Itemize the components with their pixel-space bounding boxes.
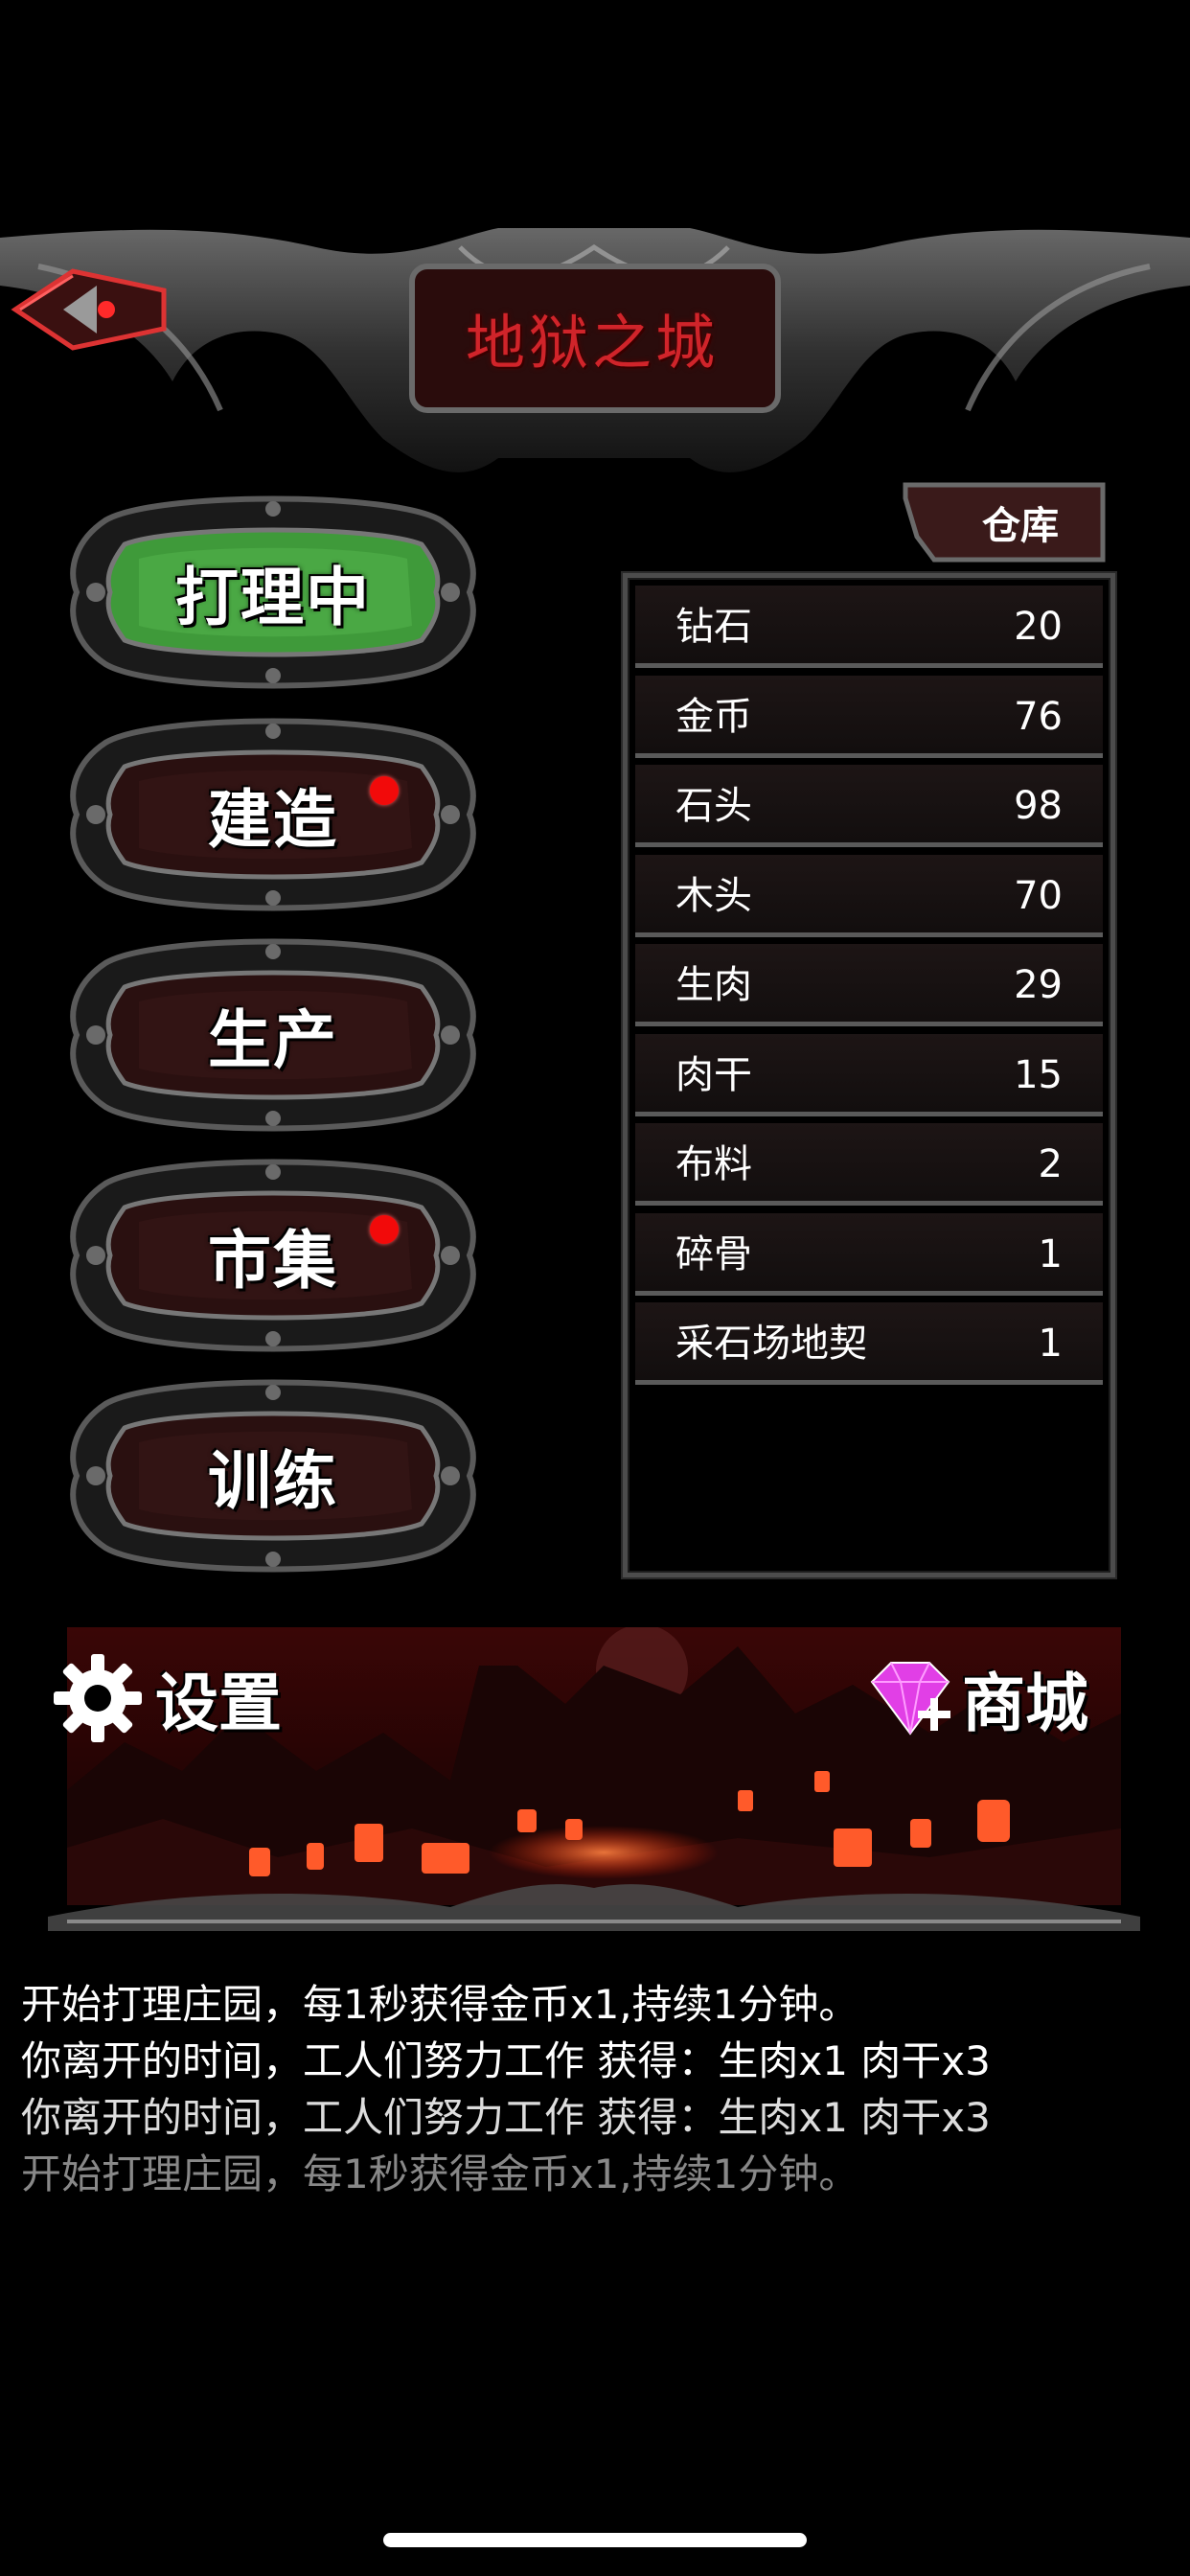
log-fade xyxy=(0,2233,1190,2358)
item-quantity: 98 xyxy=(1014,784,1063,828)
item-name: 生肉 xyxy=(675,963,752,1007)
menu-button-0[interactable]: 打理中 xyxy=(67,492,479,693)
settings-label: 设置 xyxy=(155,1666,282,1740)
page-title-text: 地狱之城 xyxy=(465,308,719,378)
menu-button-label: 训练 xyxy=(208,1443,338,1518)
warehouse-row: 木头 70 xyxy=(635,854,1103,937)
scene-frame-ornament xyxy=(48,1878,1140,1945)
menu-button-1[interactable]: 建造 xyxy=(67,714,479,915)
menu-button-label: 生产 xyxy=(208,1002,338,1077)
menu-button-label: 市集 xyxy=(208,1223,338,1298)
warehouse-tab[interactable]: 仓库 xyxy=(896,479,1109,565)
item-quantity: 2 xyxy=(1038,1142,1063,1186)
item-quantity: 29 xyxy=(1014,963,1063,1007)
item-quantity: 15 xyxy=(1014,1052,1063,1097)
warehouse-tab-label: 仓库 xyxy=(982,503,1059,548)
item-quantity: 20 xyxy=(1014,605,1063,649)
item-name: 石头 xyxy=(675,784,752,828)
item-name: 布料 xyxy=(675,1142,752,1186)
item-name: 金币 xyxy=(675,694,752,739)
menu-button-2[interactable]: 生产 xyxy=(67,934,479,1136)
item-quantity: 70 xyxy=(1014,873,1063,918)
notification-badge xyxy=(370,776,399,805)
warehouse-row: 采石场地契 1 xyxy=(635,1302,1103,1385)
shop-button[interactable]: 商城 xyxy=(862,1650,1111,1746)
message-log: 开始打理庄园，每1秒获得金币x1,持续1分钟。你离开的时间，工人们努力工作 获得… xyxy=(21,1976,1171,2202)
diamond-plus-icon xyxy=(870,1662,950,1736)
menu-button-label: 打理中 xyxy=(175,560,371,634)
notification-badge xyxy=(370,1215,399,1244)
menu-button-3[interactable]: 市集 xyxy=(67,1155,479,1356)
menu-button-4[interactable]: 训练 xyxy=(67,1375,479,1576)
shop-label: 商城 xyxy=(962,1666,1088,1740)
warehouse-row: 金币 76 xyxy=(635,675,1103,758)
warehouse-row: 钻石 20 xyxy=(635,586,1103,668)
warehouse-row: 肉干 15 xyxy=(635,1033,1103,1116)
item-quantity: 1 xyxy=(1038,1231,1063,1276)
menu-button-label: 建造 xyxy=(208,782,338,857)
page-title: 地狱之城 xyxy=(410,257,774,418)
item-name: 钻石 xyxy=(675,605,752,649)
back-arrow-icon xyxy=(11,268,167,351)
item-name: 木头 xyxy=(675,873,752,918)
log-line: 你离开的时间，工人们努力工作 获得：生肉x1 肉干x3 xyxy=(21,2094,991,2141)
warehouse-row: 碎骨 1 xyxy=(635,1212,1103,1296)
warehouse-row: 布料 2 xyxy=(635,1123,1103,1206)
warehouse-panel: 钻石 20 金币 76 石头 98 木头 70 生肉 29 肉干 15 布料 2 碎骨 1 采石场地契 1 xyxy=(623,573,1115,1577)
home-indicator[interactable] xyxy=(383,2533,807,2547)
item-name: 采石场地契 xyxy=(675,1322,867,1366)
gear-icon xyxy=(54,1654,142,1742)
item-quantity: 1 xyxy=(1038,1322,1063,1366)
warehouse-row: 生肉 29 xyxy=(635,944,1103,1026)
back-button[interactable] xyxy=(6,257,169,362)
item-quantity: 76 xyxy=(1014,694,1063,739)
log-line: 开始打理庄园，每1秒获得金币x1,持续1分钟。 xyxy=(21,2150,859,2197)
warehouse-row: 石头 98 xyxy=(635,765,1103,847)
item-name: 碎骨 xyxy=(675,1231,752,1276)
settings-button[interactable]: 设置 xyxy=(50,1650,318,1746)
log-line: 你离开的时间，工人们努力工作 获得：生肉x1 肉干x3 xyxy=(21,2037,991,2084)
log-line: 开始打理庄园，每1秒获得金币x1,持续1分钟。 xyxy=(21,1981,859,2028)
item-name: 肉干 xyxy=(675,1052,752,1097)
